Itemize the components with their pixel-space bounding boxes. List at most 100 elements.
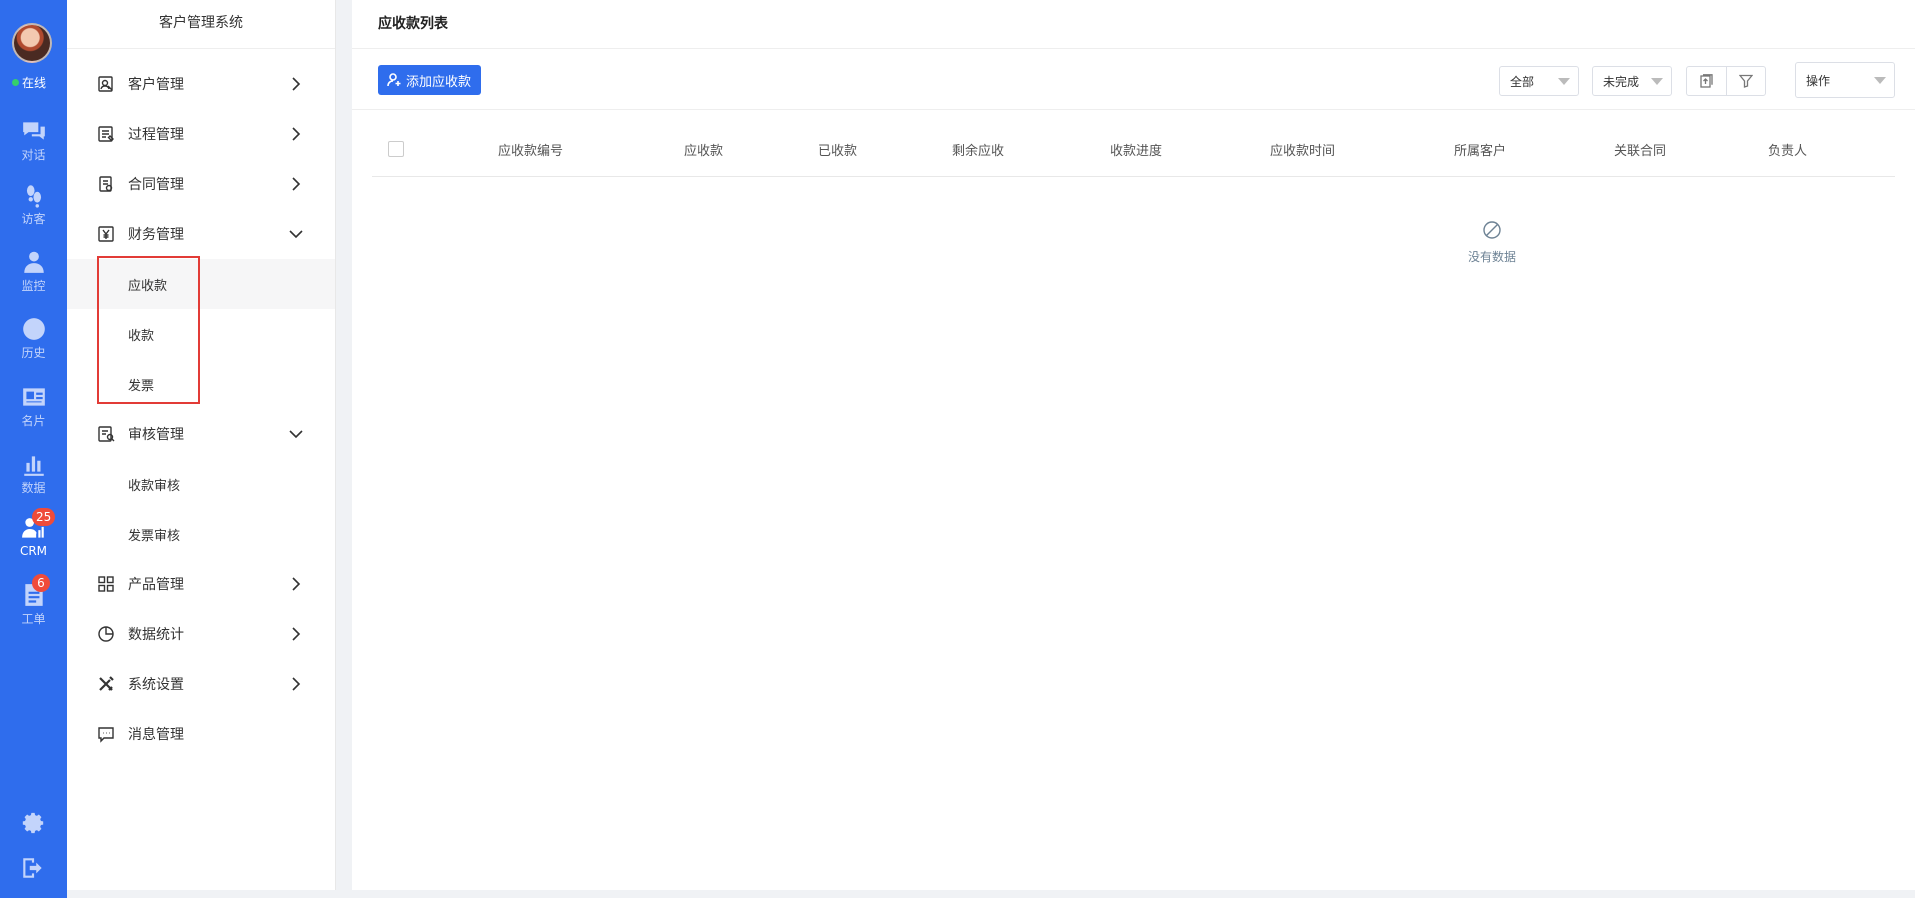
rail-item-label: 工单 bbox=[21, 612, 46, 626]
column-header[interactable]: 负责人 bbox=[1768, 140, 1807, 159]
column-header[interactable]: 已收款 bbox=[818, 140, 857, 159]
rail-item-label: 访客 bbox=[21, 212, 46, 226]
column-header[interactable]: 应收款编号 bbox=[498, 140, 563, 159]
menu-label: 系统设置 bbox=[128, 677, 184, 693]
sidebar: 客户管理系统 客户管理 过程管理 合同管理 财务管理 应收款 收款 发票 审核管… bbox=[67, 0, 336, 890]
scope-select[interactable]: 全部 bbox=[1499, 66, 1579, 96]
submenu-label: 应收款 bbox=[128, 278, 168, 294]
rail-item-monitor[interactable]: 监控 bbox=[0, 249, 67, 309]
empty-state: 没有数据 bbox=[1442, 220, 1542, 265]
rail-item-history[interactable]: 历史 bbox=[0, 316, 67, 376]
menu-data-statistics[interactable]: 数据统计 bbox=[67, 609, 335, 659]
scope-select-value: 全部 bbox=[1510, 74, 1535, 89]
export-button[interactable] bbox=[1687, 67, 1726, 95]
empty-state-label: 没有数据 bbox=[1467, 250, 1516, 264]
rail-item-label: 历史 bbox=[21, 346, 46, 360]
chevron-down-icon bbox=[289, 227, 303, 241]
finance-icon bbox=[97, 225, 115, 243]
menu-finance-management[interactable]: 财务管理 bbox=[67, 209, 335, 259]
message-icon bbox=[97, 725, 115, 743]
submenu-label: 收款审核 bbox=[128, 478, 181, 494]
menu-process-management[interactable]: 过程管理 bbox=[67, 109, 335, 159]
grid-icon bbox=[97, 575, 115, 593]
footprint-icon bbox=[26, 185, 41, 208]
rail-item-card[interactable]: 名片 bbox=[0, 384, 67, 444]
column-header[interactable]: 关联合同 bbox=[1614, 140, 1666, 159]
bar-chart-icon bbox=[23, 456, 44, 476]
avatar[interactable] bbox=[12, 23, 52, 63]
menu-message-management[interactable]: 消息管理 bbox=[67, 709, 335, 759]
submenu-invoices[interactable]: 发票 bbox=[67, 359, 335, 409]
rail-item-ticket[interactable]: 工单 6 bbox=[0, 574, 67, 642]
add-user-icon bbox=[387, 73, 401, 87]
caret-down-icon bbox=[1874, 77, 1886, 84]
column-header[interactable]: 应收款时间 bbox=[1270, 140, 1335, 159]
rail-item-data[interactable]: 数据 bbox=[0, 451, 67, 511]
sidebar-title: 客户管理系统 bbox=[67, 0, 335, 49]
page-title: 应收款列表 bbox=[352, 0, 1915, 49]
menu-label: 数据统计 bbox=[128, 627, 184, 643]
menu-label: 财务管理 bbox=[128, 227, 184, 243]
submenu-label: 发票 bbox=[128, 378, 155, 394]
action-select-value: 操作 bbox=[1806, 73, 1831, 88]
status-select-value: 未完成 bbox=[1603, 74, 1640, 89]
status-select[interactable]: 未完成 bbox=[1592, 66, 1672, 96]
submenu-collection-review[interactable]: 收款审核 bbox=[67, 459, 335, 509]
chevron-down-icon bbox=[289, 427, 303, 441]
menu-product-management[interactable]: 产品管理 bbox=[67, 559, 335, 609]
menu-system-settings[interactable]: 系统设置 bbox=[67, 659, 335, 709]
process-icon bbox=[97, 125, 115, 143]
filter-button[interactable] bbox=[1725, 67, 1765, 95]
caret-down-icon bbox=[1651, 78, 1663, 85]
rail-item-chat[interactable]: 对话 bbox=[0, 118, 67, 178]
tools-icon bbox=[97, 675, 115, 693]
icon-rail: 在线 对话 访客 监控 历史 名片 数据 CRM 25 工单 6 bbox=[0, 0, 67, 898]
online-status[interactable]: 在线 bbox=[12, 74, 46, 91]
chevron-right-icon bbox=[289, 577, 303, 591]
chevron-right-icon bbox=[289, 127, 303, 141]
caret-down-icon bbox=[1558, 78, 1570, 85]
rail-item-label: 数据 bbox=[21, 481, 46, 495]
add-receivable-label: 添加应收款 bbox=[406, 73, 472, 89]
chevron-right-icon bbox=[289, 627, 303, 641]
menu-review-management[interactable]: 审核管理 bbox=[67, 409, 335, 459]
customer-icon bbox=[97, 75, 115, 93]
menu-label: 产品管理 bbox=[128, 577, 184, 593]
clock-icon bbox=[22, 318, 45, 340]
column-header[interactable]: 所属客户 bbox=[1454, 140, 1506, 159]
menu-contract-management[interactable]: 合同管理 bbox=[67, 159, 335, 209]
menu-label: 客户管理 bbox=[128, 77, 184, 93]
online-dot-icon bbox=[12, 79, 19, 86]
submenu-invoice-review[interactable]: 发票审核 bbox=[67, 509, 335, 559]
table-header: 应收款编号 应收款 已收款 剩余应收 收款进度 应收款时间 所属客户 关联合同 … bbox=[372, 122, 1895, 177]
menu-label: 消息管理 bbox=[128, 727, 184, 743]
crm-badge: 25 bbox=[32, 508, 56, 526]
gear-icon bbox=[22, 812, 44, 834]
logout-button[interactable] bbox=[20, 855, 46, 881]
select-all-checkbox[interactable] bbox=[388, 141, 404, 157]
logout-icon bbox=[23, 858, 42, 878]
chevron-right-icon bbox=[289, 677, 303, 691]
card-icon bbox=[22, 388, 45, 406]
rail-item-crm[interactable]: CRM 25 bbox=[0, 508, 67, 576]
review-icon bbox=[97, 425, 115, 443]
rail-item-visitors[interactable]: 访客 bbox=[0, 182, 67, 242]
settings-button[interactable] bbox=[20, 810, 46, 836]
submenu-collections[interactable]: 收款 bbox=[67, 309, 335, 359]
column-header[interactable]: 剩余应收 bbox=[952, 140, 1004, 159]
add-receivable-button[interactable]: 添加应收款 bbox=[378, 65, 482, 95]
chevron-right-icon bbox=[289, 77, 303, 91]
chevron-right-icon bbox=[289, 177, 303, 191]
column-header[interactable]: 应收款 bbox=[684, 140, 723, 159]
menu-customer-management[interactable]: 客户管理 bbox=[67, 59, 335, 109]
menu-label: 过程管理 bbox=[128, 127, 184, 143]
menu-label: 审核管理 bbox=[128, 427, 184, 443]
chat-icon bbox=[22, 122, 45, 140]
monitor-user-icon bbox=[23, 251, 44, 273]
column-header[interactable]: 收款进度 bbox=[1110, 140, 1162, 159]
no-data-icon bbox=[1483, 221, 1501, 239]
submenu-receivables[interactable]: 应收款 bbox=[67, 259, 335, 309]
export-icon bbox=[1700, 74, 1714, 88]
action-select[interactable]: 操作 bbox=[1795, 62, 1895, 98]
rail-item-label: 监控 bbox=[21, 279, 46, 293]
